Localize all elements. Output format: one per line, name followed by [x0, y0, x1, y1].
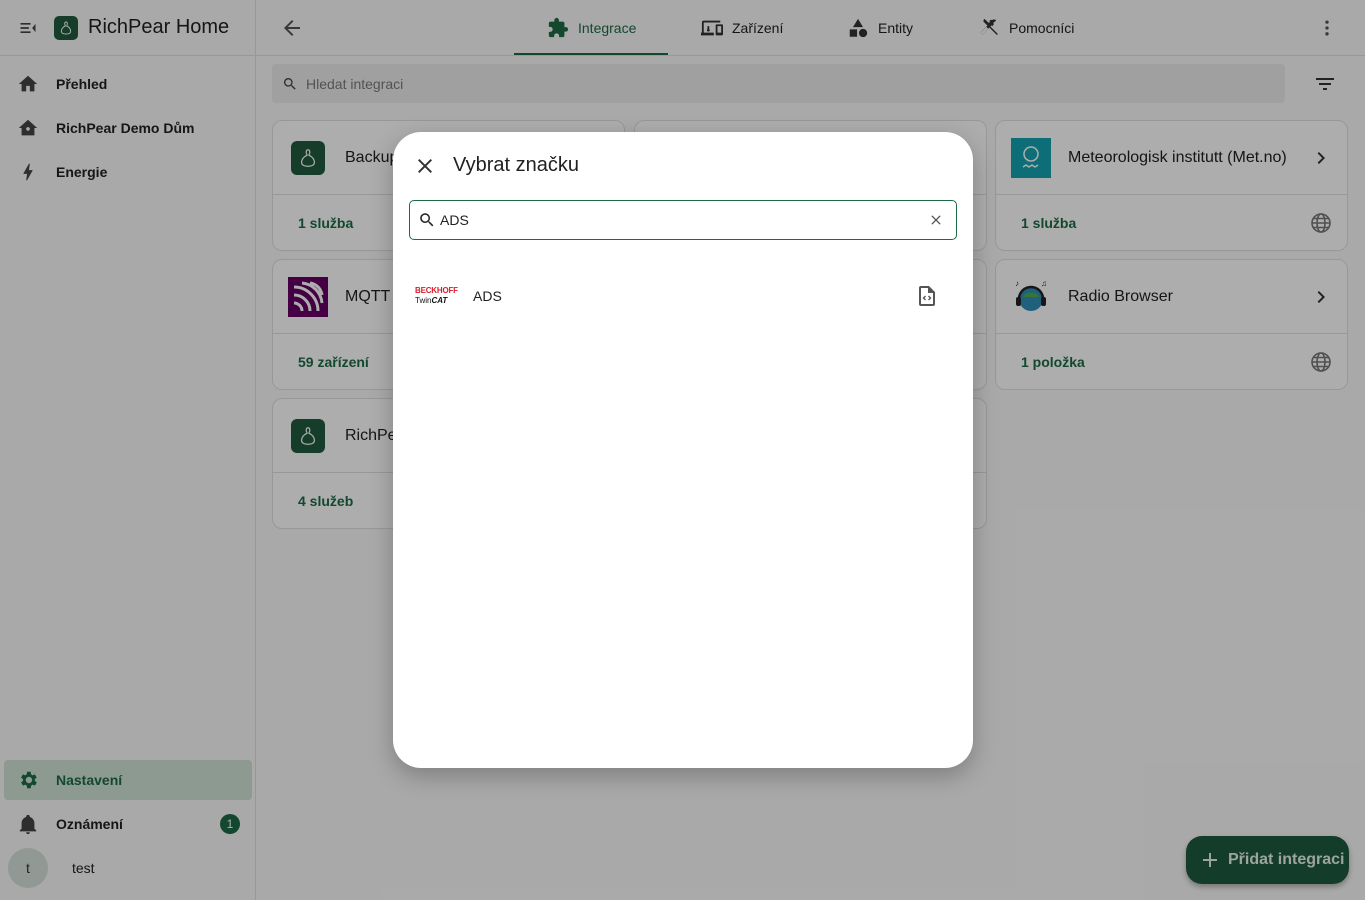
clear-icon[interactable]: [928, 212, 944, 228]
close-icon[interactable]: [413, 154, 437, 178]
custom-integration-file-code-icon: [919, 286, 935, 306]
search-icon: [420, 213, 434, 227]
dialog-title: Vybrat značku: [453, 154, 579, 176]
search-value: ADS: [440, 212, 469, 228]
brand-result-name: ADS: [473, 288, 502, 304]
brand-search-input[interactable]: ADS: [409, 200, 957, 240]
select-brand-dialog: Vybrat značku ADS BECKHOFF TwinCAT ADS: [393, 132, 973, 768]
beckhoff-twincat-logo: BECKHOFF TwinCAT: [415, 286, 458, 305]
brand-result-item[interactable]: BECKHOFF TwinCAT ADS: [409, 272, 957, 320]
